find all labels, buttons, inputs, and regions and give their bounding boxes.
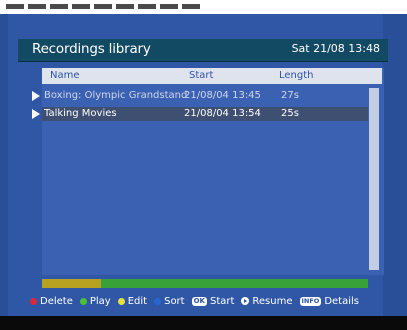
column-name-header: Name	[50, 70, 80, 81]
blue-button-icon	[154, 297, 162, 305]
legend-item-details: INFO Details	[299, 295, 359, 307]
green-button-icon	[79, 297, 87, 305]
legend-label: Details	[324, 295, 359, 307]
list-scrollbar[interactable]	[369, 88, 379, 270]
disk-usage-bar	[42, 279, 368, 288]
legend-item-delete: Delete	[30, 296, 73, 307]
legend-label: Start	[209, 295, 235, 307]
recording-row-1[interactable]: Boxing: Olympic Grandstand 21/08/04 13:4…	[42, 89, 368, 103]
play-key-icon	[241, 297, 250, 305]
recordings-panel: Name Start Length Boxing: Olympic Grands…	[42, 68, 384, 275]
legend-label: Edit	[127, 295, 148, 307]
recording-start: 21/08/04 13:54	[184, 108, 261, 119]
legend-item-sort: Sort	[154, 296, 185, 307]
recording-length: 25s	[281, 108, 299, 119]
red-button-icon	[30, 297, 37, 305]
top-artifact	[6, 4, 202, 9]
title-bar: Recordings library Sat 21/08 13:48	[18, 39, 388, 61]
recording-start: 21/08/04 13:45	[184, 90, 261, 101]
legend-label: Delete	[40, 295, 73, 307]
legend-item-play: Play	[79, 295, 111, 307]
legend-label: Resume	[252, 295, 293, 307]
recording-name: Boxing: Olympic Grandstand	[44, 90, 188, 101]
date-time: Sat 21/08 13:48	[291, 42, 380, 55]
legend-item-edit: Edit	[117, 295, 148, 307]
page-title: Recordings library	[32, 41, 151, 57]
frame-edge-left	[0, 14, 8, 316]
row-pointer-icon	[32, 109, 40, 119]
disk-usage-fill	[42, 279, 101, 288]
column-start-header: Start	[189, 70, 214, 81]
column-headers: Name Start Length	[42, 68, 382, 84]
recording-row-2[interactable]: Talking Movies 21/08/04 13:54 25s	[42, 107, 368, 121]
legend-label: Play	[89, 295, 111, 307]
screen: Recordings library Sat 21/08 13:48 Name …	[0, 0, 407, 330]
button-legend: Delete Play Edit Sort OK Start Resume INFO Detai…	[30, 294, 366, 308]
legend-item-start: OK Start	[191, 295, 235, 307]
recording-name: Talking Movies	[44, 108, 117, 119]
yellow-button-icon	[117, 297, 125, 305]
column-length-header: Length	[279, 70, 314, 81]
legend-label: Sort	[164, 295, 185, 307]
row-pointer-icon	[32, 91, 40, 101]
ok-key-icon: OK	[191, 296, 207, 306]
bottom-border	[0, 316, 407, 330]
recording-length: 27s	[281, 90, 299, 101]
legend-item-resume: Resume	[241, 295, 293, 307]
info-key-icon: INFO	[299, 296, 322, 306]
